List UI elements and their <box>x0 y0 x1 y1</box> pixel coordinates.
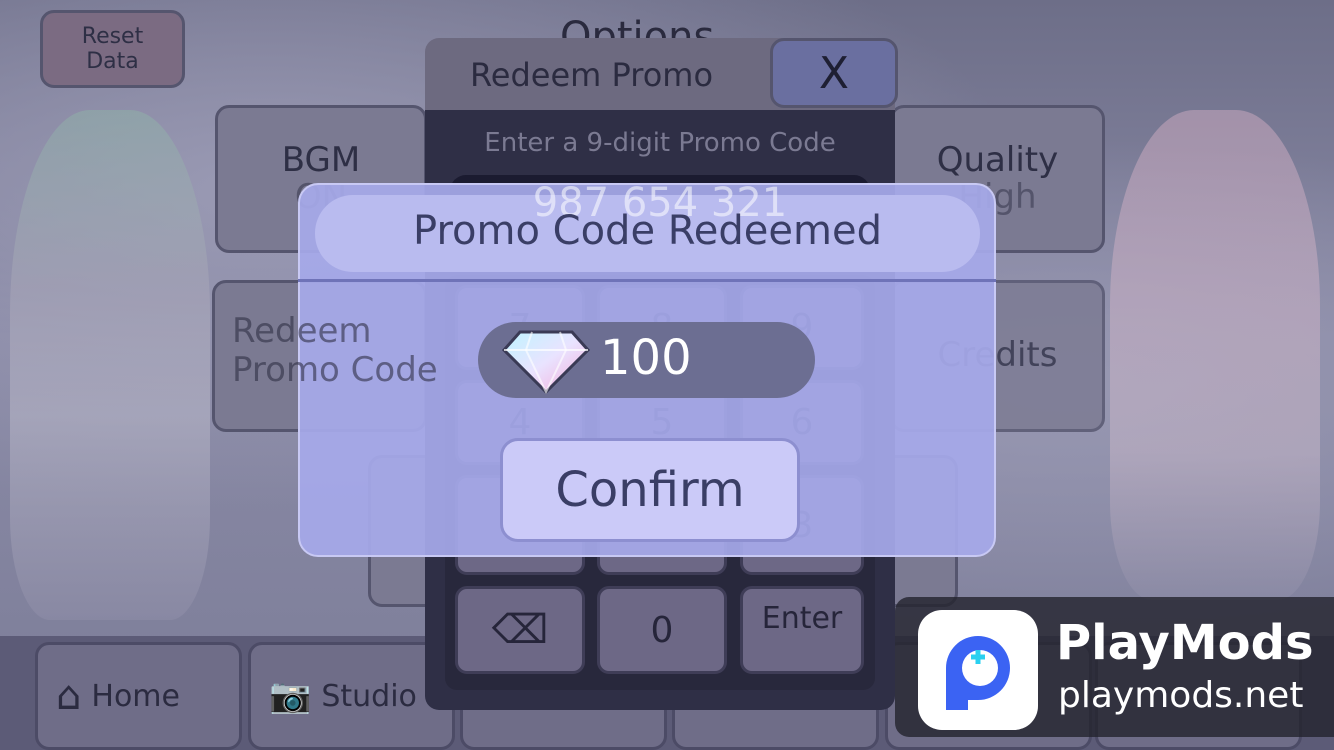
reset-data-button[interactable]: Reset Data <box>40 10 185 88</box>
redeem-panel-title: Redeem Promo <box>470 56 714 94</box>
promo-instruction: Enter a 9-digit Promo Code <box>484 128 836 158</box>
enter-key[interactable]: Enter <box>740 586 864 674</box>
character-left <box>10 110 210 620</box>
bgm-label: BGM <box>281 139 361 180</box>
dialog-title: Promo Code Redeemed <box>413 208 882 254</box>
nav-studio-label: Studio <box>321 678 417 714</box>
reward-amount: 100 <box>600 330 692 386</box>
quality-label: Quality <box>936 139 1059 180</box>
camera-icon: 📷 <box>269 676 312 716</box>
dialog-divider <box>298 279 996 282</box>
watermark-url: playmods.net <box>1058 675 1304 716</box>
redeem-promo-code-label: Redeem Promo Code <box>232 311 438 391</box>
diamond-icon <box>502 330 590 394</box>
watermark-brand: PlayMods <box>1056 615 1314 671</box>
confirm-button[interactable]: Confirm <box>500 438 800 542</box>
nav-studio[interactable]: 📷 Studio <box>248 642 455 750</box>
nav-home-label: Home <box>91 678 180 714</box>
playmods-logo <box>918 610 1038 730</box>
key-0[interactable]: 0 <box>597 586 727 674</box>
close-button[interactable]: X <box>770 38 898 108</box>
home-icon: ⌂ <box>56 673 82 719</box>
nav-home[interactable]: ⌂ Home <box>35 642 242 750</box>
character-right <box>1110 110 1320 600</box>
backspace-key[interactable]: ⌫ <box>455 586 585 674</box>
backspace-icon: ⌫ <box>491 607 549 653</box>
